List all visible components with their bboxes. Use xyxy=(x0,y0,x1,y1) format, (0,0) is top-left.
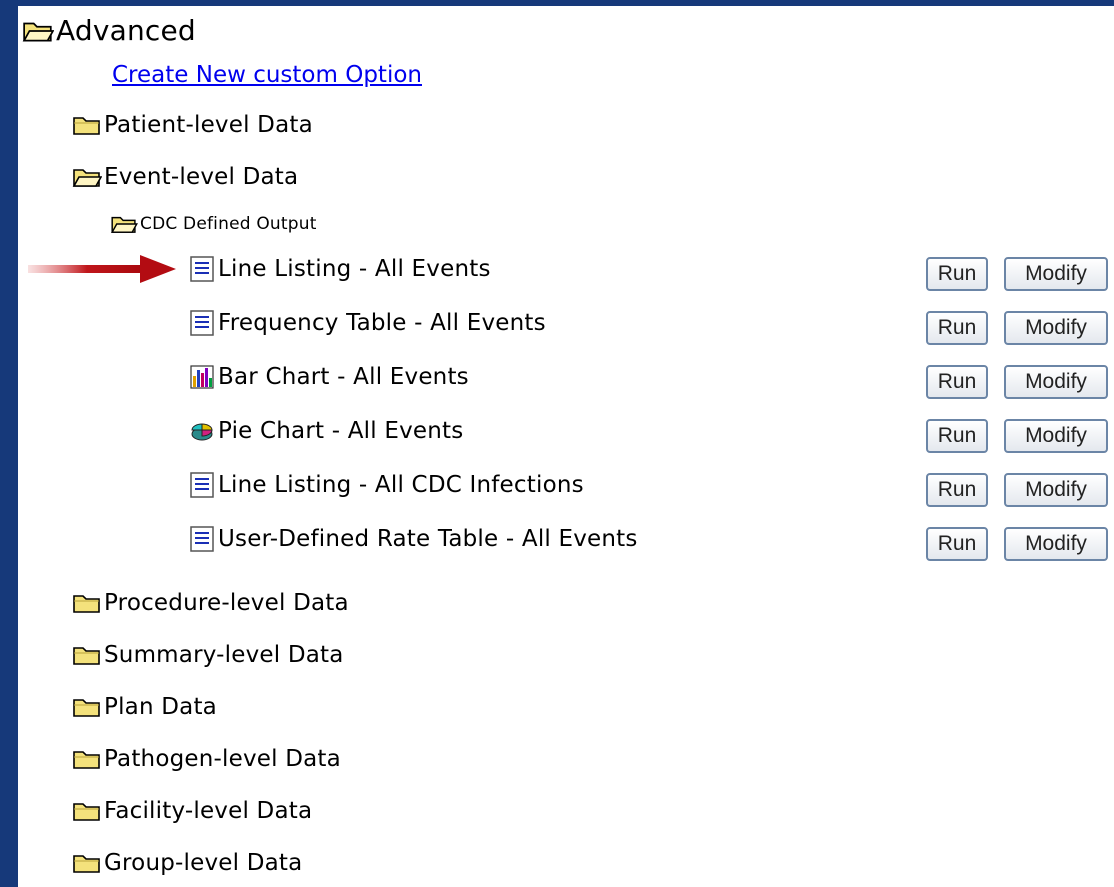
report-label: Bar Chart - All Events xyxy=(218,364,469,390)
report-item[interactable]: Line Listing - All CDC Infections xyxy=(190,472,584,498)
open-folder-icon xyxy=(22,22,54,41)
tree-node-label: Advanced xyxy=(56,14,196,47)
open-folder-icon xyxy=(110,216,138,233)
tree-node-label: Pathogen-level Data xyxy=(104,746,341,772)
folder-icon xyxy=(73,699,100,717)
tree-node-label: Patient-level Data xyxy=(104,112,313,138)
modify-button[interactable]: Modify xyxy=(1004,311,1108,345)
line-listing-icon xyxy=(190,256,214,282)
run-button[interactable]: Run xyxy=(926,473,988,507)
folder-icon xyxy=(73,855,100,873)
frequency-table-icon xyxy=(190,310,214,336)
tree-node-group-level[interactable]: Group-level Data xyxy=(72,850,302,876)
tree-node-advanced[interactable]: Advanced xyxy=(22,14,196,47)
run-button[interactable]: Run xyxy=(926,311,988,345)
tree-node-pathogen-level[interactable]: Pathogen-level Data xyxy=(72,746,341,772)
modify-button[interactable]: Modify xyxy=(1004,473,1108,507)
modify-button[interactable]: Modify xyxy=(1004,527,1108,561)
tree-node-label: Event-level Data xyxy=(104,164,299,190)
run-button[interactable]: Run xyxy=(926,257,988,291)
rate-table-icon xyxy=(190,526,214,552)
bar-chart-icon xyxy=(190,365,214,389)
report-label: Line Listing - All Events xyxy=(218,256,491,282)
modify-button[interactable]: Modify xyxy=(1004,419,1108,453)
red-arrow-annotation xyxy=(28,255,176,283)
report-label: User-Defined Rate Table - All Events xyxy=(218,526,638,552)
modify-button[interactable]: Modify xyxy=(1004,257,1108,291)
run-button[interactable]: Run xyxy=(926,419,988,453)
tree-node-event-level[interactable]: Event-level Data xyxy=(72,164,298,190)
report-item[interactable]: Line Listing - All Events xyxy=(190,256,491,282)
folder-icon xyxy=(73,595,100,613)
report-label: Pie Chart - All Events xyxy=(218,418,464,444)
report-label: Frequency Table - All Events xyxy=(218,310,546,336)
report-item[interactable]: User-Defined Rate Table - All Events xyxy=(190,526,638,552)
tree-node-procedure-level[interactable]: Procedure-level Data xyxy=(72,590,349,616)
tree-node-patient-level[interactable]: Patient-level Data xyxy=(72,112,313,138)
folder-icon xyxy=(73,647,100,665)
report-item[interactable]: Bar Chart - All Events xyxy=(190,364,469,390)
tree-node-facility-level[interactable]: Facility-level Data xyxy=(72,798,312,824)
folder-icon xyxy=(73,751,100,769)
tree-node-label: CDC Defined Output xyxy=(140,214,317,234)
tree-node-label: Facility-level Data xyxy=(104,798,313,824)
tree-node-label: Plan Data xyxy=(104,694,217,720)
report-item[interactable]: Frequency Table - All Events xyxy=(190,310,546,336)
pie-chart-icon xyxy=(191,423,213,441)
folder-icon xyxy=(73,117,100,135)
run-button[interactable]: Run xyxy=(926,365,988,399)
report-label: Line Listing - All CDC Infections xyxy=(218,472,584,498)
tree-node-summary-level[interactable]: Summary-level Data xyxy=(72,642,344,668)
tree-node-plan[interactable]: Plan Data xyxy=(72,694,217,720)
report-item[interactable]: Pie Chart - All Events xyxy=(190,418,463,444)
tree-node-label: Summary-level Data xyxy=(104,642,344,668)
tree-node-label: Group-level Data xyxy=(104,850,303,876)
create-custom-option-link[interactable]: Create New custom Option xyxy=(112,62,422,88)
reports-panel: Advanced Create New custom Option Patien… xyxy=(18,6,1114,887)
tree-node-cdc-defined-output[interactable]: CDC Defined Output xyxy=(110,214,317,234)
modify-button[interactable]: Modify xyxy=(1004,365,1108,399)
run-button[interactable]: Run xyxy=(926,527,988,561)
folder-icon xyxy=(73,803,100,821)
tree-node-label: Procedure-level Data xyxy=(104,590,349,616)
line-listing-icon xyxy=(190,472,214,498)
open-folder-icon xyxy=(72,169,102,187)
